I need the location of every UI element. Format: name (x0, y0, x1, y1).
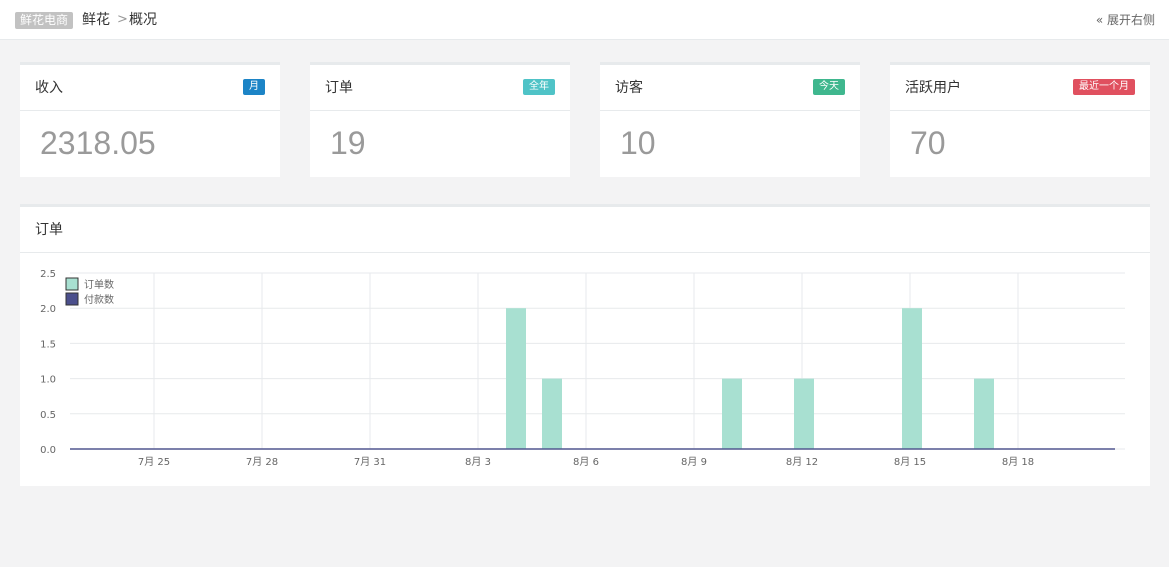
y-tick-label: 1.0 (40, 375, 56, 386)
legend-swatch (65, 277, 79, 291)
shop-tag[interactable]: 鲜花电商 (15, 12, 74, 29)
stat-value: 70 (910, 125, 946, 161)
stat-title: 收入 (35, 80, 63, 96)
stat-title: 订单 (325, 80, 353, 96)
bar (974, 378, 994, 449)
x-tick-label: 8月 15 (894, 456, 926, 468)
top-bar: 鲜花电商 鲜花 > 概况 « 展开右侧 (0, 0, 1169, 40)
y-tick-label: 1.5 (40, 339, 56, 350)
bar (902, 308, 922, 449)
stat-card-revenue: 收入 月 2318.05 (20, 62, 280, 177)
orders-bar-chart: 0.0 0.5 1.0 1.5 2.0 2.5 7月 25 7月 28 7月 31 8月 3 8月 … (40, 269, 1125, 468)
stat-card-active-users: 活跃用户 最近一个月 70 (890, 62, 1150, 177)
stat-badge: 月 (243, 79, 265, 95)
chart-panel-header: 订单 (20, 207, 1150, 253)
breadcrumb-item-flowers[interactable]: 鲜花 (82, 10, 110, 30)
x-tick-label: 8月 6 (573, 456, 599, 468)
y-tick-label: 2.5 (40, 269, 56, 280)
stat-card-visitors: 访客 今天 10 (600, 62, 860, 177)
stat-card-header: 订单 全年 (310, 65, 570, 111)
bar (794, 378, 814, 449)
y-tick-label: 2.0 (40, 304, 56, 315)
stat-badge: 最近一个月 (1073, 79, 1135, 95)
x-tick-label: 7月 28 (246, 456, 278, 468)
bar (542, 378, 562, 449)
x-tick-label: 8月 3 (465, 456, 491, 468)
stat-card-header: 访客 今天 (600, 65, 860, 111)
stat-badge: 全年 (523, 79, 555, 95)
orders-chart-panel: 订单 0.0 0.5 1.0 1.5 2.0 2.5 7月 25 7月 28 7月 31 8月 3… (20, 204, 1150, 486)
chart-panel-title: 订单 (35, 222, 63, 238)
stat-card-header: 活跃用户 最近一个月 (890, 65, 1150, 111)
y-tick-label: 0.0 (40, 445, 56, 456)
expand-right-button[interactable]: « 展开右侧 (1096, 12, 1155, 28)
x-tick-label: 7月 31 (354, 456, 386, 468)
x-tick-label: 8月 12 (786, 456, 818, 468)
x-tick-label: 8月 9 (681, 456, 707, 468)
legend-label: 订单数 (84, 278, 114, 291)
stat-badge: 今天 (813, 79, 845, 95)
stat-card-header: 收入 月 (20, 65, 280, 111)
x-tick-label: 8月 18 (1002, 456, 1034, 468)
legend-label: 付款数 (84, 293, 114, 306)
stat-title: 访客 (615, 80, 643, 96)
breadcrumb-item-overview: 概况 (129, 12, 157, 28)
stat-value: 19 (330, 125, 366, 161)
stat-value: 10 (620, 125, 656, 161)
stat-card-orders: 订单 全年 19 (310, 62, 570, 177)
x-tick-label: 7月 25 (138, 456, 170, 468)
stat-value: 2318.05 (40, 125, 156, 161)
bar (722, 378, 742, 449)
breadcrumb-separator-icon: > (117, 12, 128, 27)
stat-title: 活跃用户 (905, 80, 961, 96)
legend-swatch (65, 292, 79, 306)
y-tick-label: 0.5 (40, 410, 56, 421)
bar (506, 308, 526, 449)
